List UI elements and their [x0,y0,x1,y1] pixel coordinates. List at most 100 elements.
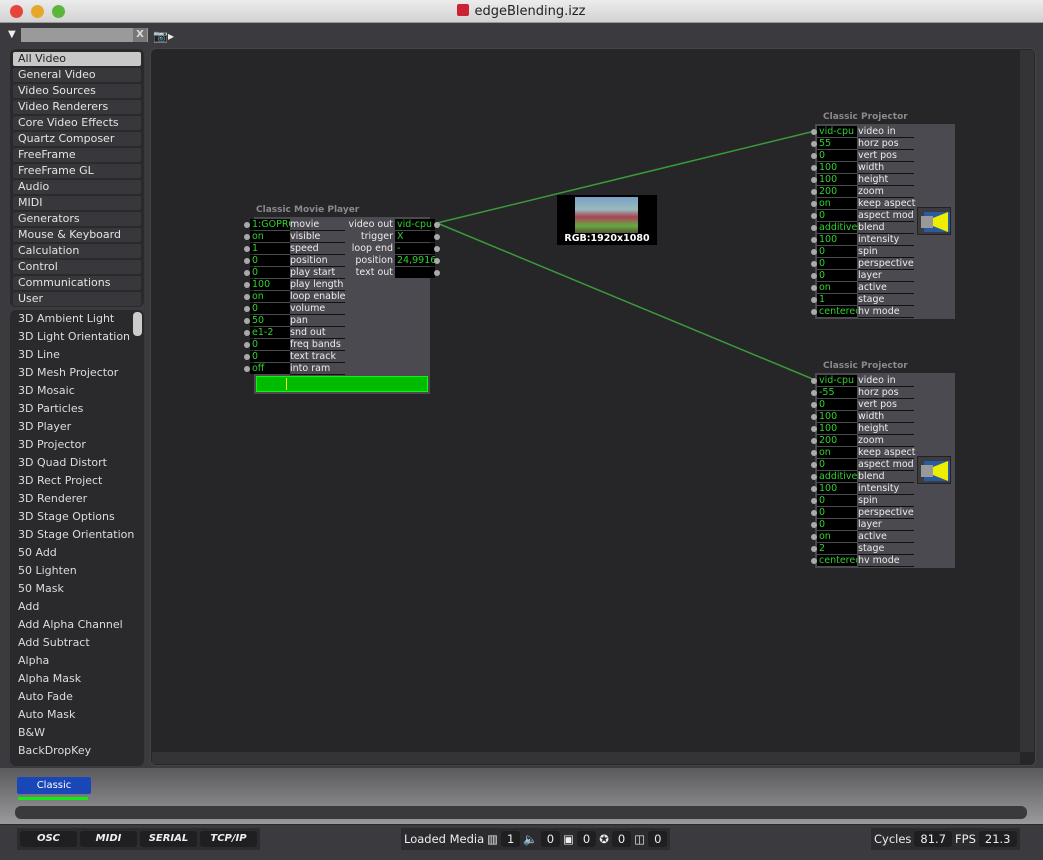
input-value[interactable]: 0 [250,255,290,266]
movie-progress-bar[interactable] [256,376,428,392]
input-label: perspective [858,507,914,519]
input-label: stage [858,294,914,306]
input-label: width [858,411,914,423]
input-value[interactable]: on [817,447,857,458]
input-label: video in [858,375,914,387]
output-port[interactable] [434,270,440,276]
input-label: pan [290,315,345,327]
input-value[interactable]: 0 [817,519,857,530]
pictures-count: 0 [576,831,597,847]
output-port[interactable] [434,258,440,264]
input-value[interactable]: 1 [817,294,857,305]
output-value: 24,9916 [395,255,435,266]
input-label: volume [290,303,345,315]
scene-scrollbar[interactable] [15,806,1027,819]
input-label: spin [858,246,914,258]
input-label: intensity [858,483,914,495]
input-value[interactable]: 0 [250,351,290,362]
input-value[interactable]: 0 [817,459,857,470]
sounds-count: 0 [540,831,561,847]
input-label: visible [290,231,345,243]
output-port[interactable] [434,234,440,240]
input-value[interactable]: centered [817,306,857,317]
preview-image [575,197,638,233]
output-value: vid-cpu [395,219,435,230]
output-port[interactable] [434,222,440,228]
input-value[interactable]: 0 [250,303,290,314]
input-value[interactable]: 100 [250,279,290,290]
input-value[interactable]: 2 [817,543,857,554]
fps-label: FPS [955,832,976,846]
input-value[interactable]: centered [817,555,857,566]
input-value[interactable]: 55 [817,138,857,149]
input-value[interactable]: on [817,531,857,542]
input-label: horz pos [858,387,914,399]
input-value[interactable]: additive [817,222,857,233]
input-label: layer [858,270,914,282]
input-value[interactable]: 100 [817,234,857,245]
input-label: text track [290,351,345,363]
input-value[interactable]: vid-cpu [817,375,857,386]
output-label: video out [348,219,393,230]
input-value[interactable]: on [817,198,857,209]
input-value[interactable]: on [250,231,290,242]
input-value[interactable]: 50 [250,315,290,326]
input-value[interactable]: 0 [817,270,857,281]
playhead [286,378,288,390]
objects-count: 0 [648,831,668,847]
input-value[interactable]: 100 [817,411,857,422]
input-value[interactable]: 0 [817,399,857,410]
input-value[interactable]: on [250,291,290,302]
input-label: blend [858,222,914,234]
output-value [395,267,435,278]
midi-count: 0 [611,831,632,847]
input-value[interactable]: 200 [817,186,857,197]
comm-ports: OSC MIDI SERIAL TCP/IP [17,828,260,850]
midi-button[interactable]: MIDI [80,831,137,847]
midi-icon: ✪ [599,832,609,846]
output-label: text out [355,267,393,278]
input-label: horz pos [858,138,914,150]
output-port[interactable] [434,246,440,252]
scene-tab-classic[interactable]: Classic [17,777,91,794]
input-value[interactable]: 100 [817,423,857,434]
input-value[interactable]: additive [817,471,857,482]
cycles-value: 81.7 [914,831,953,847]
input-value[interactable]: 1:GOPRO [250,219,290,230]
preview-label: RGB:1920x1080 [564,233,650,244]
input-label: spin [858,495,914,507]
tcpip-button[interactable]: TCP/IP [200,831,257,847]
osc-button[interactable]: OSC [20,831,77,847]
input-value[interactable]: 0 [817,495,857,506]
input-value[interactable]: e1-2 [250,327,290,338]
input-value[interactable]: 0 [817,210,857,221]
input-label: aspect mod [858,459,914,471]
input-value[interactable]: 1 [250,243,290,254]
input-label: freq bands [290,339,345,351]
input-value[interactable]: 0 [817,246,857,257]
input-value[interactable]: -55 [817,387,857,398]
loaded-media: Loaded Media ▥ 1 🔈 0 ▣ 0 ✪ 0 ◫ 0 [401,828,671,850]
input-value[interactable]: 0 [250,267,290,278]
input-value[interactable]: 100 [817,483,857,494]
input-value[interactable]: 0 [250,339,290,350]
output-label: position [355,255,393,266]
input-value[interactable]: 200 [817,435,857,446]
input-value[interactable]: on [817,282,857,293]
wire-to-projector-2[interactable] [436,222,816,381]
input-value[interactable]: 0 [817,507,857,518]
cube-icon: ◫ [634,832,646,846]
input-value[interactable]: off [250,363,290,374]
input-value[interactable]: vid-cpu [817,126,857,137]
input-value[interactable]: 0 [817,258,857,269]
serial-button[interactable]: SERIAL [140,831,197,847]
input-label: play length [290,279,345,291]
input-value[interactable]: 0 [817,150,857,161]
input-value[interactable]: 100 [817,162,857,173]
input-label: snd out [290,327,345,339]
performance: Cycles 81.7 FPS 21.3 [871,828,1020,850]
input-value[interactable]: 100 [817,174,857,185]
input-label: play start [290,267,345,279]
input-label: height [858,423,914,435]
video-preview: RGB:1920x1080 [557,195,657,245]
